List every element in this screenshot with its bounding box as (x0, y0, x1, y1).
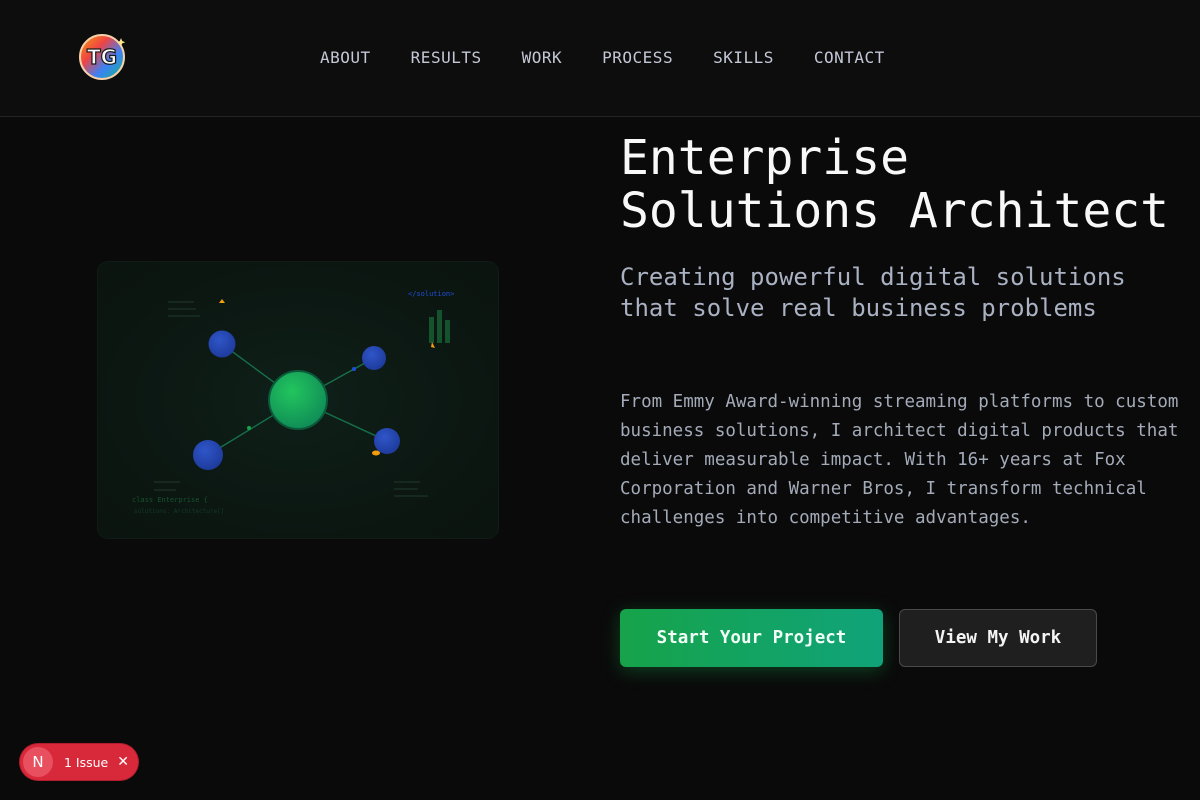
code-line-1: class Enterprise { (132, 496, 208, 504)
hero-body: From Emmy Award-winning streaming platfo… (620, 392, 1179, 528)
main-nav: ABOUT RESULTS WORK PROCESS SKILLS CONTAC… (320, 47, 885, 69)
nav-skills[interactable]: SKILLS (713, 47, 774, 69)
nav-results[interactable]: RESULTS (411, 47, 482, 69)
nav-contact[interactable]: CONTACT (814, 47, 885, 69)
nav-work[interactable]: WORK (522, 47, 563, 69)
close-icon[interactable]: ✕ (117, 755, 129, 769)
logo-icon[interactable]: TG (77, 32, 127, 82)
site-header: TG ABOUT RESULTS WORK PROCESS SKILLS CON… (0, 0, 1200, 117)
hero-subtitle: Creating powerful digital solutions that… (620, 263, 1126, 322)
logo-text: TG (87, 45, 117, 69)
issues-badge[interactable]: N 1 Issue ✕ (20, 744, 138, 780)
network-graph-icon: </solution> class Enterprise { solutions… (132, 290, 454, 515)
hub-node (268, 370, 328, 430)
hero-title-text: Enterprise Solutions Architect (620, 130, 1170, 239)
code-tag: </solution> (408, 290, 454, 298)
hero-title: Enterprise Solutions Architect (620, 132, 1200, 238)
view-work-button[interactable]: View My Work (899, 609, 1097, 667)
network-illustration: </solution> class Enterprise { solutions… (98, 262, 498, 538)
nav-about[interactable]: ABOUT (320, 47, 371, 69)
issue-count[interactable]: 1 Issue (64, 755, 108, 770)
code-line-2: solutions: Architecture[] (134, 508, 224, 515)
start-project-button[interactable]: Start Your Project (620, 609, 883, 667)
nav-process[interactable]: PROCESS (602, 47, 673, 69)
nextjs-logo-icon[interactable]: N (23, 747, 53, 777)
